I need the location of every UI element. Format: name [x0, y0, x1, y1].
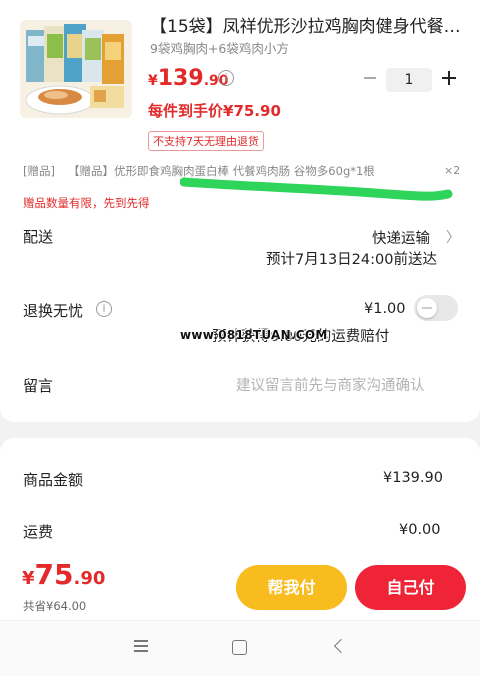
gift-tag: [赠品] — [23, 164, 55, 178]
quantity-increase-button[interactable] — [441, 70, 457, 86]
delivery-method[interactable]: 快递运输 — [372, 227, 430, 248]
shipping-fee-value: ¥0.00 — [399, 522, 441, 538]
goods-amount-value: ¥139.90 — [383, 470, 443, 486]
return-insurance-price: ¥1.00 — [364, 301, 406, 317]
delivery-label: 配送 — [23, 228, 54, 246]
quantity-decrease-button[interactable] — [362, 70, 378, 86]
nav-menu-icon[interactable] — [134, 640, 148, 652]
toggle-knob — [417, 298, 437, 318]
gift-limit-note: 赠品数量有限，先到先得 — [23, 196, 150, 210]
return-insurance-label: 退换无忧 — [23, 302, 84, 320]
product-spec: 9袋鸡胸肉+6袋鸡肉小方 — [150, 41, 289, 56]
total-price: ¥75.90 — [22, 558, 105, 591]
quantity-input[interactable]: 1 — [386, 68, 432, 92]
saved-amount: 共省¥64.00 — [23, 599, 87, 613]
total-integer: 75 — [34, 558, 74, 591]
nav-home-icon[interactable] — [232, 640, 247, 655]
no-return-badge: 不支持7天无理由退货 — [148, 131, 264, 151]
info-icon[interactable]: i — [218, 70, 234, 86]
friend-pay-button[interactable]: 帮我付 — [236, 565, 347, 610]
delivery-eta: 预计7月13日24:00前送达 — [266, 252, 437, 268]
product-price: ¥139.90 — [148, 66, 229, 91]
message-input[interactable]: 建议留言前先与商家沟通确认 — [236, 374, 425, 395]
chevron-right-icon[interactable]: 〉 — [446, 227, 460, 247]
product-title[interactable]: 【15袋】凤祥优形沙拉鸡胸肉健身代餐即... — [150, 16, 462, 38]
price-symbol: ¥ — [148, 73, 158, 89]
return-insurance-toggle[interactable] — [414, 295, 458, 321]
product-thumbnail[interactable] — [20, 20, 132, 118]
per-item-final-price: 每件到手价¥75.90 — [148, 102, 281, 120]
watermark-text: www.0818TUAN.COM — [180, 328, 328, 342]
summary-card — [0, 438, 480, 568]
green-highlight-stroke — [180, 177, 453, 201]
help-icon[interactable]: i — [96, 301, 112, 317]
total-symbol: ¥ — [22, 568, 35, 589]
shipping-fee-label: 运费 — [23, 523, 54, 541]
price-integer: 139 — [157, 66, 204, 91]
message-label: 留言 — [23, 377, 54, 395]
self-pay-button[interactable]: 自己付 — [355, 565, 466, 610]
goods-amount-label: 商品金额 — [23, 471, 84, 489]
total-decimal: .90 — [73, 568, 106, 589]
